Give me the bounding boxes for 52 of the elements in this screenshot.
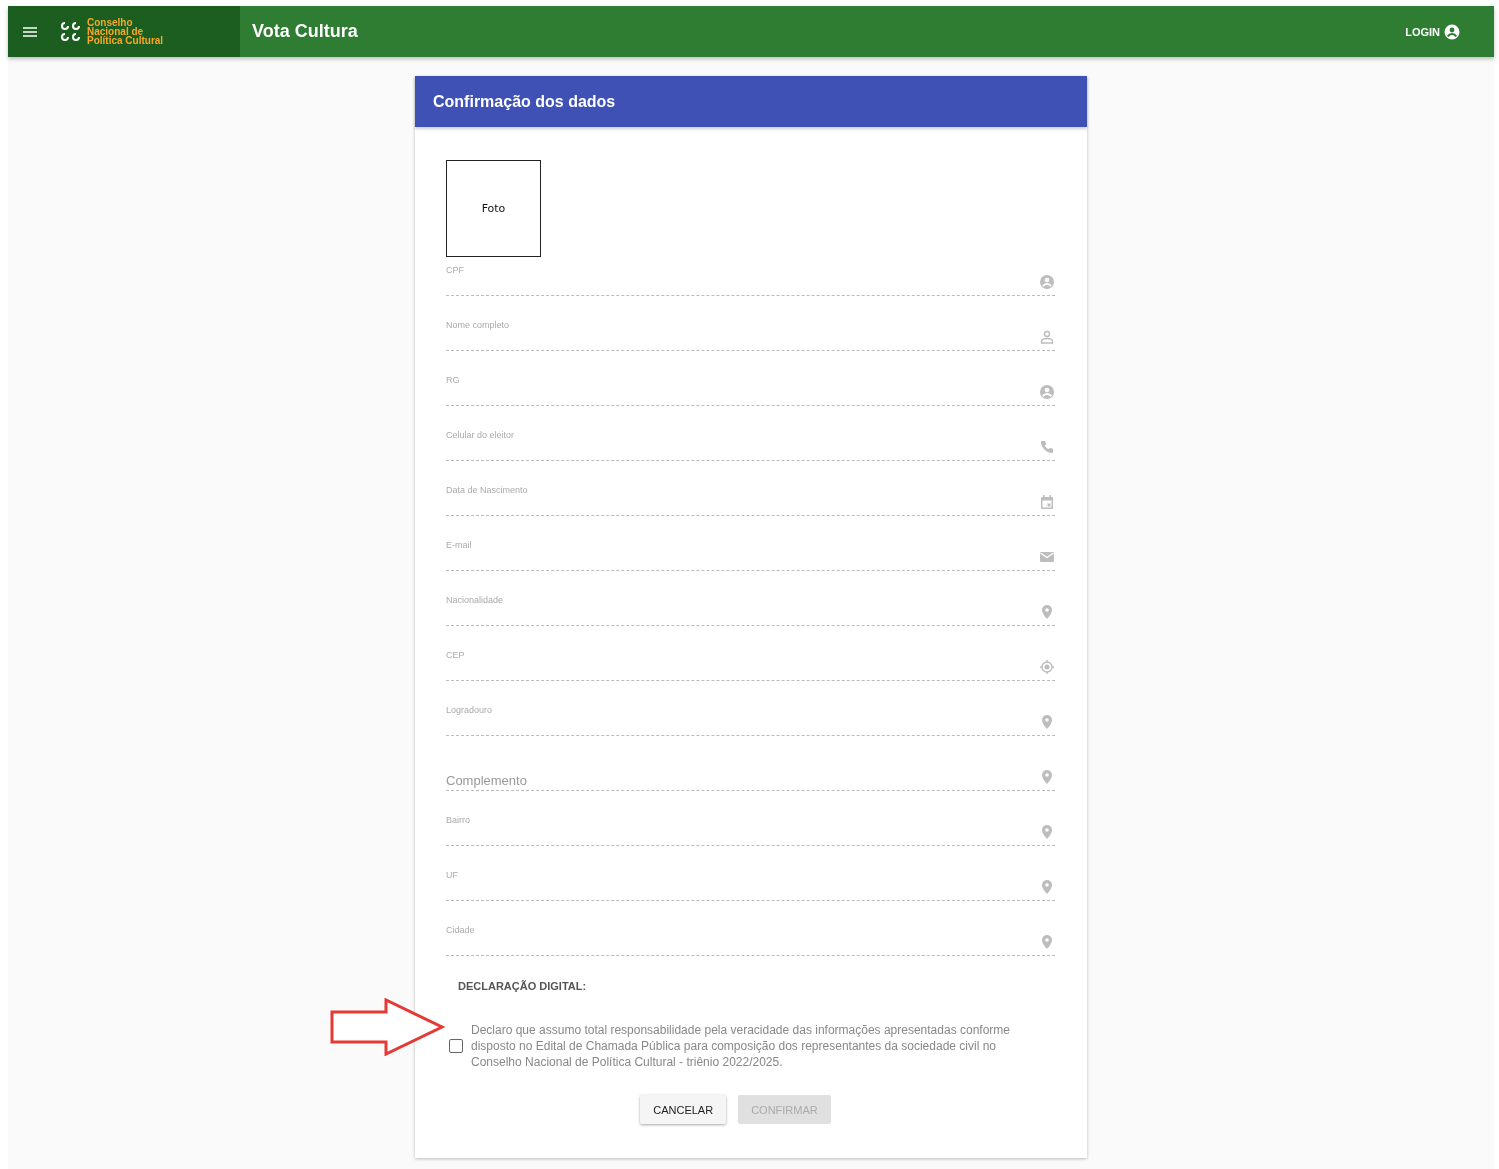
location-pin-icon (1039, 604, 1055, 620)
menu-button[interactable] (22, 24, 38, 39)
input-field[interactable]: Cidade (446, 925, 1055, 956)
field-label: Bairro (446, 815, 470, 825)
account-icon (1039, 274, 1055, 290)
field-label: Cidade (446, 925, 475, 935)
input-field[interactable]: Logradouro (446, 705, 1055, 736)
account-icon (1039, 384, 1055, 400)
input-field[interactable]: UF (446, 870, 1055, 901)
field-label: Nacionalidade (446, 595, 504, 605)
calendar-icon (1039, 494, 1055, 510)
crosshair-icon (1039, 659, 1055, 675)
location-pin-icon (1039, 824, 1055, 840)
menu-icon (22, 24, 38, 39)
section-title: DECLARAÇÃO DIGITAL: (458, 980, 588, 992)
field-label: RG (446, 375, 460, 385)
field-label: Logradouro (446, 705, 493, 715)
person-icon (1039, 329, 1055, 345)
mail-icon (1039, 549, 1055, 565)
field-label: CPF (446, 265, 464, 275)
app-title: Vota Cultura (252, 21, 359, 42)
card-title: Confirmação dos dados (415, 76, 1087, 127)
checkbox[interactable] (449, 1039, 463, 1053)
phone-icon (1039, 439, 1055, 455)
field-label: UF (446, 870, 458, 880)
input-field[interactable]: Complemento (446, 760, 1055, 791)
logo-text: Conselho Nacional de Política Cultural (87, 18, 164, 45)
location-pin-icon (1039, 714, 1055, 730)
field-label: Data de Nascimento (446, 485, 528, 495)
location-pin-icon (1039, 934, 1055, 950)
declaration-text: Declaro que assumo total responsabilidade pela veracidade das informações apresentadas conforme disposto no Edital de Chamada Pública para composição dos representantes da sociedade civil no Conselho Nacional de Política Cultural - triênio 2022/2025. (471, 1022, 1011, 1070)
logo-icon (60, 20, 82, 43)
field-label: E-mail (446, 540, 472, 550)
cancel-button[interactable]: CANCELAR (640, 1095, 727, 1124)
photo-placeholder[interactable]: Foto (446, 160, 541, 257)
input-field[interactable]: CPF (446, 265, 1055, 296)
field-label: Nome completo (446, 320, 510, 330)
input-field[interactable]: Nacionalidade (446, 595, 1055, 626)
input-field[interactable]: Data de Nascimento (446, 485, 1055, 516)
text-input[interactable]: Complemento (446, 770, 1026, 790)
input-field[interactable]: Celular do eleitor (446, 430, 1055, 461)
login-button[interactable]: LOGIN (1405, 19, 1460, 44)
input-field[interactable]: E-mail (446, 540, 1055, 571)
input-field[interactable]: Bairro (446, 815, 1055, 846)
location-pin-icon (1039, 879, 1055, 895)
account-icon (1444, 23, 1460, 40)
field-label: CEP (446, 650, 465, 660)
input-field[interactable]: CEP (446, 650, 1055, 681)
field-label: Celular do eleitor (446, 430, 515, 440)
input-field[interactable]: Nome completo (446, 320, 1055, 351)
input-field[interactable]: RG (446, 375, 1055, 406)
location-pin-icon (1039, 769, 1055, 785)
